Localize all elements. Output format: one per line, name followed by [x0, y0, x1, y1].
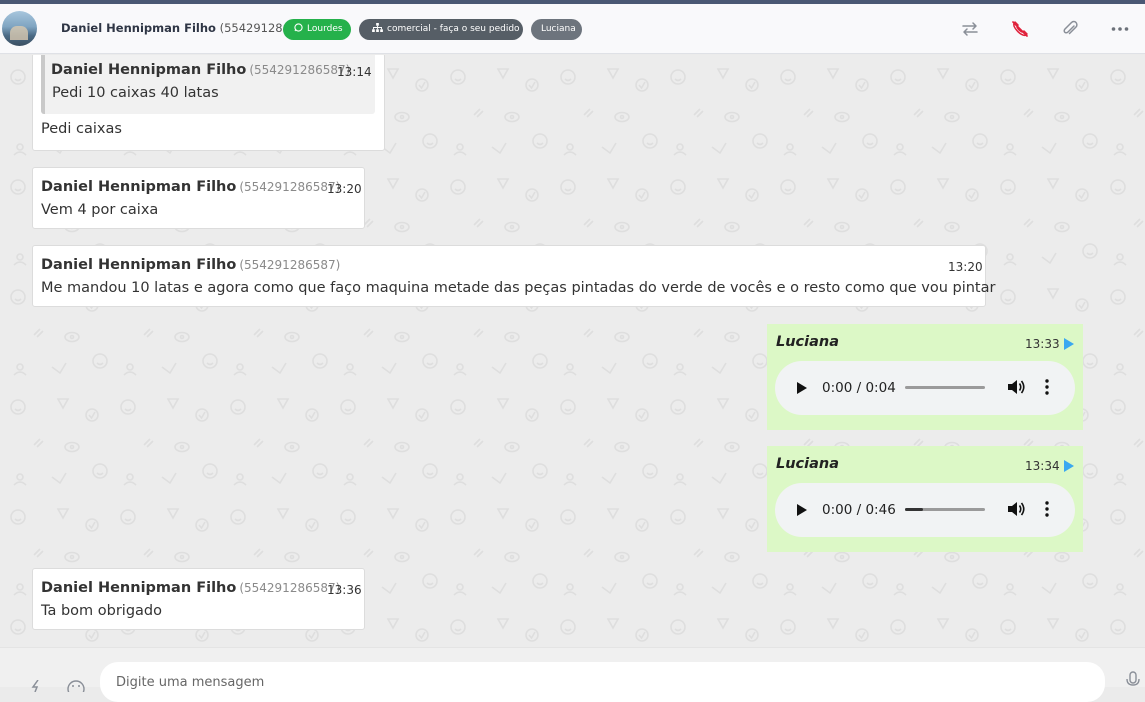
transfer-icon[interactable]: [958, 17, 982, 41]
audio-player[interactable]: 0:00 / 0:04: [775, 361, 1075, 415]
audio-seek-bar[interactable]: [905, 508, 985, 511]
message-bubble-outgoing[interactable]: Luciana 13:33 0:00 / 0:04: [767, 324, 1083, 430]
audio-time: 0:00 / 0:46: [822, 502, 896, 518]
message-bubble-incoming[interactable]: Daniel Hennipman Filho (554291286587) 13:…: [32, 245, 995, 307]
message-text: Me mandou 10 latas e agora como que faço…: [41, 280, 996, 296]
message-time: 13:34: [1025, 459, 1060, 473]
volume-icon[interactable]: [1007, 501, 1025, 521]
message-sender: Daniel Hennipman Filho (554291286587): [41, 257, 341, 273]
tag-queue[interactable]: Lourdes: [283, 19, 351, 40]
quoted-time: 13:14: [337, 65, 372, 79]
audio-player[interactable]: 0:00 / 0:46: [775, 483, 1075, 537]
end-call-icon[interactable]: [1008, 17, 1032, 41]
chat-header: Daniel Hennipman Filho (554291286587) Lo…: [0, 4, 1145, 54]
message-time: 13:36: [327, 583, 362, 597]
message-sender: Luciana: [776, 456, 840, 472]
message-time: 13:33: [1025, 337, 1060, 351]
audio-seek-bar[interactable]: [905, 386, 985, 389]
audio-time: 0:00 / 0:04: [822, 380, 896, 396]
whatsapp-icon: [294, 19, 303, 40]
tag-agent[interactable]: Luciana: [531, 19, 582, 40]
more-icon[interactable]: [1108, 17, 1132, 41]
tag-queue-label: Lourdes: [307, 24, 343, 34]
message-bubble-incoming[interactable]: Daniel Hennipman Filho (554291286587) 13:…: [32, 568, 365, 630]
message-text: Vem 4 por caixa: [41, 202, 159, 218]
quoted-message[interactable]: Daniel Hennipman Filho (554291286587) 13:…: [41, 55, 375, 114]
message-time: 13:20: [327, 182, 362, 196]
message-time: 13:20: [948, 260, 983, 274]
message-bubble-outgoing[interactable]: Luciana 13:34 0:00 / 0:46: [767, 446, 1083, 552]
attachment-icon[interactable]: [1058, 17, 1082, 41]
quoted-phone: (554291286587): [249, 63, 351, 77]
chat-area[interactable]: Daniel Hennipman Filho (554291286587) 13:…: [0, 55, 1145, 647]
message-sender: Daniel Hennipman Filho (554291286587): [41, 179, 341, 195]
sitemap-icon: [372, 19, 383, 40]
message-phone: (554291286587): [239, 258, 341, 272]
quoted-text: Pedi 10 caixas 40 latas: [52, 85, 219, 101]
read-indicator-icon: [1064, 460, 1074, 472]
message-input[interactable]: [100, 662, 1105, 702]
contact-name: Daniel Hennipman Filho: [61, 21, 216, 35]
message-sender: Luciana: [776, 334, 840, 350]
emoji-icon[interactable]: [67, 677, 85, 698]
volume-icon[interactable]: [1007, 379, 1025, 399]
message-composer: [0, 647, 1145, 702]
tag-department-label: comercial - faça o seu pedido: [387, 24, 520, 34]
quick-reply-icon[interactable]: [30, 677, 44, 696]
read-indicator-icon: [1064, 338, 1074, 350]
tag-agent-label: Luciana: [541, 24, 576, 34]
message-bubble-incoming[interactable]: Daniel Hennipman Filho (554291286587) 13:…: [32, 55, 385, 151]
audio-seek-fill: [905, 508, 923, 511]
contact-title[interactable]: Daniel Hennipman Filho (554291286587): [61, 21, 316, 35]
quoted-sender: Daniel Hennipman Filho (554291286587): [51, 62, 351, 78]
message-phone: (554291286587): [239, 180, 341, 194]
message-bubble-incoming[interactable]: Daniel Hennipman Filho (554291286587) 13:…: [32, 167, 365, 229]
message-sender: Daniel Hennipman Filho (554291286587): [41, 580, 341, 596]
play-icon[interactable]: [797, 504, 807, 516]
tag-department[interactable]: comercial - faça o seu pedido: [359, 19, 523, 40]
play-icon[interactable]: [797, 382, 807, 394]
message-text: Ta bom obrigado: [41, 603, 162, 619]
audio-more-icon[interactable]: [1045, 379, 1049, 399]
message-phone: (554291286587): [239, 581, 341, 595]
microphone-icon[interactable]: [1126, 671, 1140, 691]
message-text: Pedi caixas: [41, 121, 122, 137]
audio-more-icon[interactable]: [1045, 501, 1049, 521]
avatar[interactable]: [2, 11, 37, 46]
